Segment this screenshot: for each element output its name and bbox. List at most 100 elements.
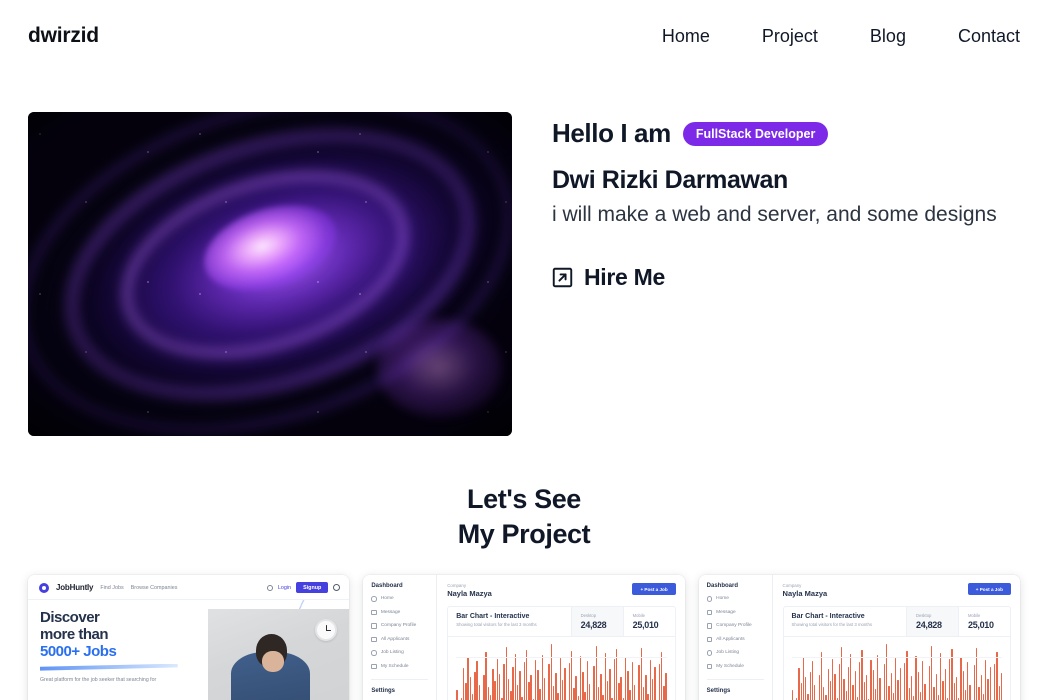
db1-chart-bar[interactable] <box>638 665 640 700</box>
db1-chart-bar[interactable] <box>474 671 476 700</box>
site-logo[interactable]: dwirzid <box>28 24 99 48</box>
db2-chart-bar[interactable] <box>814 684 816 700</box>
db2-chart-bar[interactable] <box>908 688 910 700</box>
db2-chart-bar[interactable] <box>933 686 935 700</box>
db2-chart-bar[interactable] <box>827 669 829 700</box>
db1-chart-bar[interactable] <box>584 692 586 700</box>
db1-chart-bar[interactable] <box>537 669 539 700</box>
nav-item-blog[interactable]: Blog <box>844 26 932 47</box>
db2-sidebar-item-message[interactable]: Message <box>706 609 772 616</box>
db1-chart-bar[interactable] <box>627 670 629 700</box>
db2-chart-bar[interactable] <box>928 666 931 700</box>
jobhuntly-nav-find-jobs[interactable]: Find Jobs <box>100 585 123 591</box>
db2-chart-bar[interactable] <box>910 676 913 700</box>
db2-chart-bar[interactable] <box>879 678 881 700</box>
db1-sidebar-item-message[interactable]: Message <box>371 609 436 616</box>
db1-chart-bar[interactable] <box>514 654 517 700</box>
db2-chart-bar[interactable] <box>960 657 962 700</box>
db2-chart-bar[interactable] <box>1000 672 1003 700</box>
db1-chart-bar[interactable] <box>496 658 499 700</box>
db2-chart-bar[interactable] <box>892 692 895 700</box>
db2-chart-bar[interactable] <box>962 670 964 700</box>
db2-chart-bar[interactable] <box>886 644 888 700</box>
db2-chart-bar[interactable] <box>800 682 802 700</box>
db1-chart-bar[interactable] <box>465 682 467 700</box>
db1-chart-bar[interactable] <box>512 667 514 700</box>
db2-sidebar-item-company-profile[interactable]: Company Profile <box>706 623 772 629</box>
jobhuntly-signup-button[interactable]: Signup <box>296 582 329 594</box>
nav-item-contact[interactable]: Contact <box>932 26 1020 47</box>
db2-chart-bar[interactable] <box>915 656 917 700</box>
db2-chart-bar[interactable] <box>935 673 937 700</box>
db1-chart-bar[interactable] <box>647 693 649 700</box>
db1-chart-bar[interactable] <box>618 682 620 700</box>
db2-chart-bar[interactable] <box>798 668 800 700</box>
db1-chart-bar[interactable] <box>478 684 481 700</box>
db1-chart-bar[interactable] <box>555 672 557 700</box>
db1-sidebar-item-job-listing[interactable]: Job Listing <box>371 650 436 656</box>
db2-chart-bar[interactable] <box>949 658 951 700</box>
db1-chart-bar[interactable] <box>516 684 519 700</box>
db2-chart-bar[interactable] <box>863 681 865 700</box>
db1-chart-bar[interactable] <box>505 646 508 700</box>
db1-chart-bar[interactable] <box>487 687 490 700</box>
db2-chart-bar[interactable] <box>940 653 942 700</box>
nav-item-project[interactable]: Project <box>736 26 844 47</box>
db1-sidebar-item-company-profile[interactable]: Company Profile <box>371 623 436 629</box>
db2-chart-bar[interactable] <box>820 651 823 700</box>
project-card-jobhuntly[interactable]: JobHuntly Find Jobs Browse Companies Log… <box>28 575 350 700</box>
db2-chart-bar[interactable] <box>852 684 854 700</box>
db1-chart-bar[interactable] <box>507 679 510 700</box>
db1-chart-bar[interactable] <box>570 650 573 700</box>
jobhuntly-login-link[interactable]: Login <box>278 585 291 591</box>
db1-chart-bar[interactable] <box>665 672 667 700</box>
db2-chart-bar[interactable] <box>919 692 922 700</box>
db2-chart-bar[interactable] <box>811 660 814 700</box>
db1-chart-bar[interactable] <box>609 669 611 700</box>
db1-chart-bar[interactable] <box>654 667 656 700</box>
db2-chart-bar[interactable] <box>994 663 996 700</box>
db2-stat-mobile[interactable]: Mobile 25,010 <box>957 607 1010 637</box>
nav-item-home[interactable]: Home <box>636 26 736 47</box>
db1-sidebar-item-my-schedule[interactable]: My Schedule <box>371 663 436 670</box>
db1-chart-bar[interactable] <box>620 677 622 700</box>
db1-chart-bar[interactable] <box>543 678 546 700</box>
db2-chart-bar[interactable] <box>843 679 845 700</box>
role-badge[interactable]: FullStack Developer <box>682 121 829 146</box>
db1-chart-bar[interactable] <box>503 663 505 700</box>
db2-chart-bar[interactable] <box>818 675 820 700</box>
db1-chart-bar[interactable] <box>494 681 496 700</box>
db2-chart-bar[interactable] <box>955 677 958 700</box>
db2-chart-bar[interactable] <box>854 670 856 700</box>
db1-chart-bar[interactable] <box>541 655 544 700</box>
db1-chart-bar[interactable] <box>492 669 494 700</box>
db2-chart-bar[interactable] <box>832 658 834 700</box>
db1-chart-bar[interactable] <box>568 662 571 700</box>
db1-chart-bar[interactable] <box>539 689 541 700</box>
db1-chart-bar[interactable] <box>633 684 636 700</box>
db1-chart-bar[interactable] <box>586 660 589 700</box>
db2-chart-bar[interactable] <box>807 693 809 700</box>
db1-chart-bar[interactable] <box>604 653 607 700</box>
db2-chart-bar[interactable] <box>870 659 872 700</box>
db1-chart-bar[interactable] <box>462 668 465 700</box>
db1-chart-bar[interactable] <box>557 692 559 700</box>
db1-chart-bar[interactable] <box>631 661 634 700</box>
db1-chart-bar[interactable] <box>528 681 530 700</box>
db1-chart-bar[interactable] <box>575 676 577 700</box>
db1-chart-bar[interactable] <box>579 656 582 700</box>
db2-chart-bar[interactable] <box>859 661 861 700</box>
db2-sidebar-item-job-listing[interactable]: Job Listing <box>706 650 772 656</box>
db2-chart-bar[interactable] <box>850 654 852 700</box>
db2-chart-bar[interactable] <box>838 663 841 700</box>
db1-chart-bar[interactable] <box>582 671 584 700</box>
db2-chart-bar[interactable] <box>937 694 940 700</box>
db1-chart-bar[interactable] <box>471 693 474 700</box>
db2-chart-bar[interactable] <box>973 665 976 700</box>
db1-chart-bar[interactable] <box>469 677 472 700</box>
db2-chart-bar[interactable] <box>996 652 998 700</box>
db2-chart-bar[interactable] <box>967 661 969 700</box>
db2-chart-bar[interactable] <box>877 655 879 700</box>
db2-chart-bar[interactable] <box>845 691 847 700</box>
db1-chart-bar[interactable] <box>663 685 665 700</box>
